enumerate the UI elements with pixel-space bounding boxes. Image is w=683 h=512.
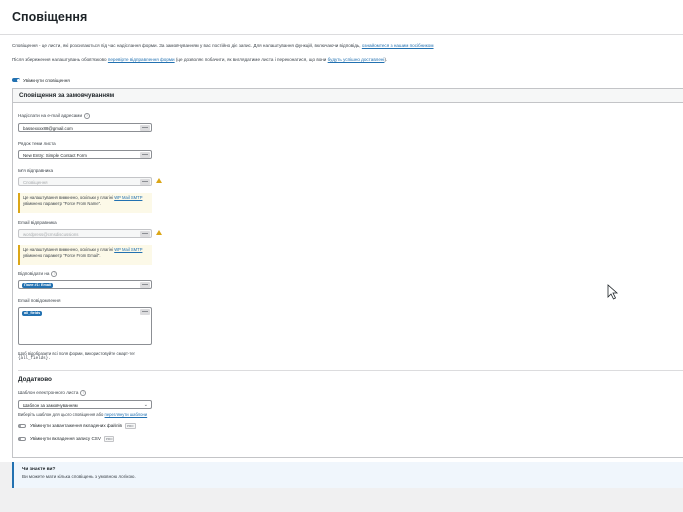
page-header: Сповіщення xyxy=(0,0,683,35)
tip-title: Чи знаєте ви? xyxy=(22,467,56,472)
send-to-input[interactable]: bassexxxx88@gmail.com xyxy=(18,123,152,132)
template-select[interactable]: Шаблон за замовчуванням ⌄ xyxy=(18,400,152,409)
from-email-input[interactable]: wordpress@cmsdiscussions xyxy=(18,229,152,238)
reply-to-input[interactable]: Поле #1: Email xyxy=(18,280,152,289)
subject-label: Рядок теми листа xyxy=(18,141,56,146)
csv-label: Увімкнути вкладення запису CSV PRO xyxy=(30,436,115,442)
message-textarea[interactable]: all_fields xyxy=(18,307,152,345)
attachments-toggle[interactable] xyxy=(18,424,26,428)
notification-box-header[interactable]: Сповіщення за замовчуванням xyxy=(13,89,683,103)
delivery-link[interactable]: будуть успішно доставлені xyxy=(328,57,385,62)
intro-paragraph-2: Після збереження налаштувань обов'язково… xyxy=(12,57,388,62)
did-you-know-box: Чи знаєте ви? Ви можете мати кілька спов… xyxy=(12,462,683,488)
csv-toggle[interactable] xyxy=(18,437,26,441)
pro-badge: PRO xyxy=(103,436,115,442)
from-email-label: Email відправника xyxy=(18,220,57,225)
smart-tag-icon[interactable] xyxy=(140,179,150,185)
notification-box-title: Сповіщення за замовчуванням xyxy=(19,92,115,99)
from-email-note: Це налаштування вимкнено, оскільки у пла… xyxy=(18,245,152,265)
attachments-label: Увімкнути завантаження вкладених файлів P… xyxy=(30,423,136,429)
smart-tag-icon[interactable] xyxy=(140,309,150,315)
enable-notifications-toggle[interactable] xyxy=(12,78,20,82)
intro-paragraph: Сповіщення - це листи, які розсилаються … xyxy=(12,43,434,48)
from-name-label: Ім'я відправника xyxy=(18,168,54,173)
help-icon[interactable]: ? xyxy=(84,113,91,119)
pro-badge: PRO xyxy=(124,423,136,429)
page-title: Сповіщення xyxy=(12,10,88,24)
view-templates-link[interactable]: переглянути шаблони xyxy=(105,412,148,417)
field-chip[interactable]: Поле #1: Email xyxy=(22,282,54,288)
enable-notifications-label: Увімкнути сповіщення xyxy=(23,77,70,83)
chevron-down-icon: ⌄ xyxy=(143,402,148,408)
send-to-label: Надіслати на e-mail адресами? xyxy=(18,113,91,119)
guide-link[interactable]: ознайомтеся з нашим посібником xyxy=(362,43,434,48)
advanced-title: Додатково xyxy=(18,376,52,383)
wp-mail-smtp-link[interactable]: WP Mail SMTP xyxy=(114,247,142,252)
help-icon[interactable]: ? xyxy=(51,271,58,277)
message-label: Email повідомлення xyxy=(18,298,61,303)
smart-tag-icon[interactable] xyxy=(140,152,150,158)
divider xyxy=(18,370,683,371)
subject-input[interactable]: New Entry: Simple Contact Form xyxy=(18,150,152,159)
template-label: Шаблон електронного листа? xyxy=(18,390,87,396)
help-icon[interactable]: ? xyxy=(80,390,87,396)
reply-to-label: Відповідати на? xyxy=(18,271,58,277)
mouse-cursor-icon xyxy=(607,284,619,300)
tip-text: Ви можете мати кілька сповіщень з умовно… xyxy=(22,474,136,479)
settings-panel: Сповіщення Сповіщення - це листи, які ро… xyxy=(0,0,683,462)
warning-icon xyxy=(156,230,162,235)
warning-icon xyxy=(156,178,162,183)
from-name-note: Це налаштування вимкнено, оскільки у пла… xyxy=(18,193,152,213)
smart-tag-icon[interactable] xyxy=(140,282,150,288)
from-name-input[interactable]: Сповіщення xyxy=(18,177,152,186)
wp-mail-smtp-link[interactable]: WP Mail SMTP xyxy=(114,195,142,200)
all-fields-chip[interactable]: all_fields xyxy=(22,311,43,316)
template-hint: Виберіть шаблон для цього сповіщення або… xyxy=(18,412,148,417)
test-form-link[interactable]: перевірте відправлення форми xyxy=(108,57,175,62)
message-hint: Щоб відобразити всі поля форми, використ… xyxy=(18,351,136,356)
smart-tag-icon[interactable] xyxy=(140,125,150,131)
smart-tag-icon[interactable] xyxy=(140,231,150,237)
message-hint-tag: {all_fields}. xyxy=(18,357,51,361)
